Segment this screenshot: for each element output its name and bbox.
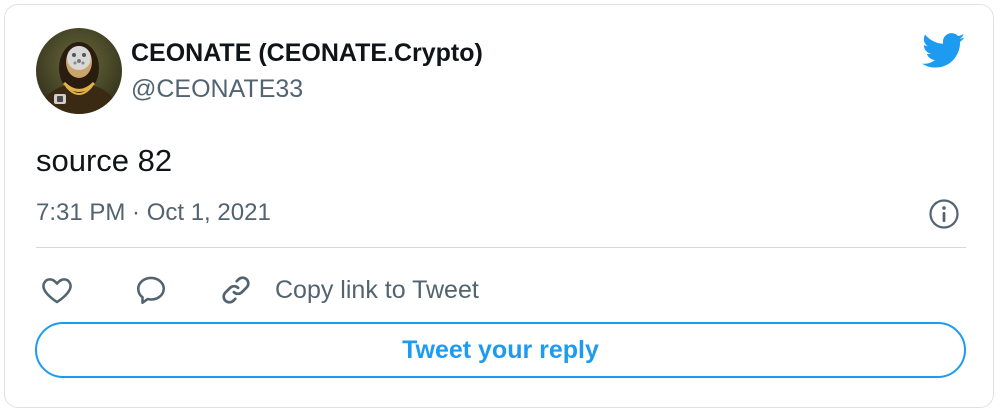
author-handle[interactable]: @CEONATE33 <box>131 75 303 104</box>
reply-button[interactable] <box>134 271 174 309</box>
tweet-embed-card: CEONATE (CEONATE.Crypto) @CEONATE33 sour… <box>4 4 994 408</box>
author-display-name[interactable]: CEONATE (CEONATE.Crypto) <box>131 39 483 68</box>
tweet-timestamp[interactable]: 7:31 PM · Oct 1, 2021 <box>36 199 271 227</box>
author-avatar[interactable] <box>36 28 122 114</box>
twitter-bird-icon[interactable] <box>922 33 966 69</box>
tweet-your-reply-button[interactable]: Tweet your reply <box>35 322 966 378</box>
divider <box>36 247 966 248</box>
copy-link-label[interactable]: Copy link to Tweet <box>275 276 479 305</box>
avatar-image <box>36 28 122 114</box>
heart-icon <box>42 278 72 304</box>
link-icon <box>222 276 250 304</box>
copy-link-button[interactable]: Copy link to Tweet <box>219 271 479 309</box>
speech-bubble-icon <box>136 276 166 305</box>
tweet-text: source 82 <box>36 143 173 178</box>
info-icon[interactable] <box>928 198 960 230</box>
like-button[interactable] <box>40 271 80 309</box>
